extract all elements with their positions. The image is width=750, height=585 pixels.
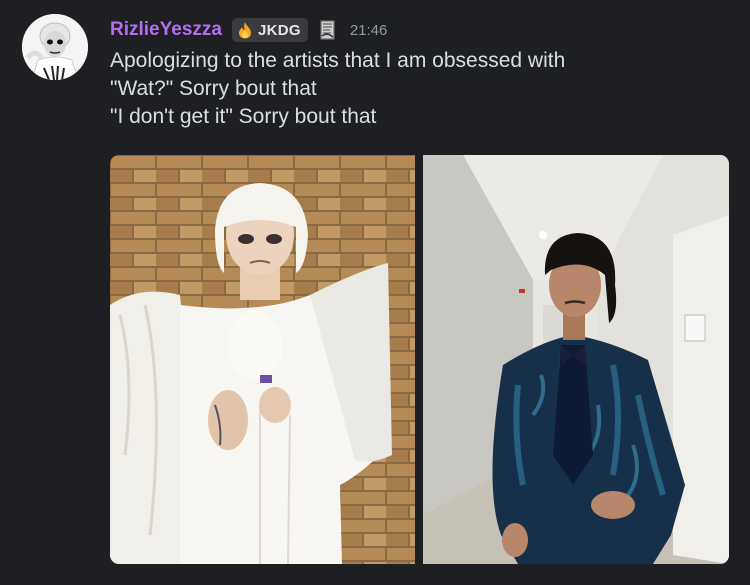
message-line: "Wat?" Sorry bout that — [110, 77, 317, 100]
message-line: "I don't get it" Sorry bout that — [110, 105, 377, 128]
clan-tag[interactable]: JKDG — [231, 18, 308, 42]
attachment-image-2[interactable] — [423, 155, 729, 564]
role-badge[interactable] — [318, 19, 338, 41]
message-content: Apologizing to the artists that I am obs… — [110, 47, 730, 131]
clan-tag-label: JKDG — [257, 21, 301, 39]
scroll-badge-icon — [320, 20, 335, 40]
chat-message: RizlieYeszza JKDG 21:46 Apologizing to t… — [0, 0, 750, 585]
username[interactable]: RizlieYeszza — [110, 19, 222, 41]
image-attachments — [110, 155, 729, 564]
user-avatar[interactable] — [22, 14, 88, 80]
attachment-image-1[interactable] — [110, 155, 415, 564]
photo-white-outfit-icon — [110, 155, 415, 564]
message-timestamp[interactable]: 21:46 — [350, 22, 388, 39]
photo-blue-suit-icon — [423, 155, 729, 564]
message-header: RizlieYeszza JKDG 21:46 — [110, 16, 387, 44]
message-line: Apologizing to the artists that I am obs… — [110, 49, 566, 72]
avatar-portrait-icon — [22, 14, 88, 80]
flame-icon — [238, 22, 251, 39]
